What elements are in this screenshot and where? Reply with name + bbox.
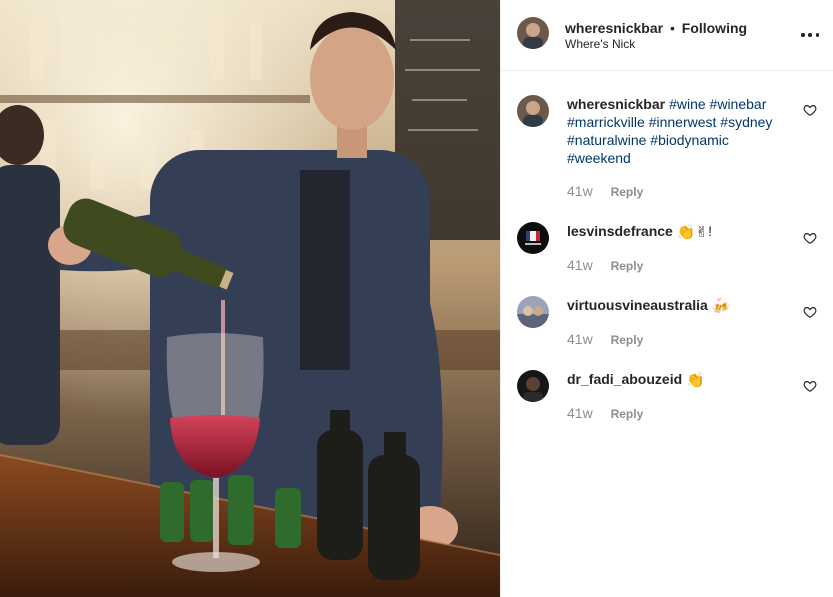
comment-age[interactable]: 41w <box>567 331 593 347</box>
more-options-icon[interactable] <box>801 26 819 44</box>
reply-button[interactable]: Reply <box>611 333 644 347</box>
post-username[interactable]: wheresnickbar <box>565 20 663 36</box>
comment-meta: 41w Reply <box>567 257 643 274</box>
avatar[interactable] <box>517 296 549 328</box>
hashtag[interactable]: #biodynamic <box>650 132 729 148</box>
reply-button[interactable]: Reply <box>611 185 644 199</box>
post-detail-panel: wheresnickbar • Following Where's Nick w… <box>500 0 833 597</box>
comment-item: lesvinsdefrance 👏✌! 41w Reply <box>517 222 817 282</box>
comment-text: dr_fadi_abouzeid 👏 <box>567 370 792 388</box>
comment-username[interactable]: dr_fadi_abouzeid <box>567 371 682 387</box>
bar-scene-image <box>0 0 500 597</box>
hashtag[interactable]: #wine <box>669 96 706 112</box>
comment-text: lesvinsdefrance 👏✌! <box>567 222 792 240</box>
comment-text: virtuousvineaustralia 🍻 <box>567 296 792 314</box>
caption-comment: wheresnickbar #wine #winebar #marrickvill… <box>517 95 817 205</box>
header-name-row: wheresnickbar • Following <box>565 19 747 37</box>
comment-item: virtuousvineaustralia 🍻 41w Reply <box>517 296 817 356</box>
hashtag[interactable]: #sydney <box>720 114 772 130</box>
avatar[interactable] <box>517 370 549 402</box>
comment-meta: 41w Reply <box>567 331 643 348</box>
heart-icon[interactable] <box>803 103 817 117</box>
avatar[interactable] <box>517 222 549 254</box>
clap-emoji: 👏 <box>686 371 705 389</box>
hashtag[interactable]: #winebar <box>710 96 767 112</box>
comment-meta: 41w Reply <box>567 405 643 422</box>
post-location[interactable]: Where's Nick <box>565 37 635 51</box>
post-photo[interactable] <box>0 0 500 597</box>
hashtag[interactable]: #weekend <box>567 150 631 166</box>
comment-username[interactable]: virtuousvineaustralia <box>567 297 708 313</box>
comment-age[interactable]: 41w <box>567 405 593 421</box>
caption-username[interactable]: wheresnickbar <box>567 96 665 112</box>
reply-button[interactable]: Reply <box>611 407 644 421</box>
comment-age[interactable]: 41w <box>567 257 593 273</box>
comment-username[interactable]: lesvinsdefrance <box>567 223 673 239</box>
heart-icon[interactable] <box>803 379 817 393</box>
beers-emoji: 🍻 <box>711 297 731 315</box>
follow-status-button[interactable]: Following <box>682 20 747 36</box>
comment-meta: 41w Reply <box>567 183 643 200</box>
separator: • <box>669 20 675 36</box>
hashtag[interactable]: #naturalwine <box>567 132 646 148</box>
avatar[interactable] <box>517 95 549 127</box>
comment-age[interactable]: 41w <box>567 183 593 199</box>
caption-text: wheresnickbar #wine #winebar #marrickvill… <box>567 95 792 167</box>
avatar[interactable] <box>517 17 549 49</box>
post-header: wheresnickbar • Following Where's Nick <box>501 0 833 71</box>
heart-icon[interactable] <box>803 305 817 319</box>
clap-peace-emoji: 👏✌ <box>676 223 709 241</box>
comment-item: dr_fadi_abouzeid 👏 41w Reply <box>517 370 817 430</box>
hashtag[interactable]: #innerwest <box>649 114 717 130</box>
hashtag[interactable]: #marrickville <box>567 114 645 130</box>
comment-suffix: ! <box>708 223 712 239</box>
heart-icon[interactable] <box>803 231 817 245</box>
reply-button[interactable]: Reply <box>611 259 644 273</box>
